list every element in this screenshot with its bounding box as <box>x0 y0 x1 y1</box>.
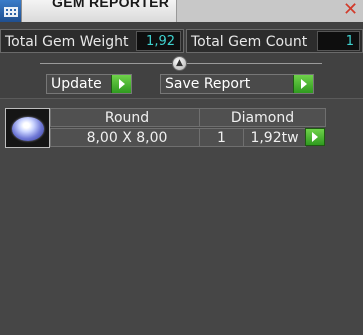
gem-count-cell: 1 <box>199 128 244 147</box>
gem-shape-cell: Round <box>50 108 204 127</box>
collapse-knob-icon[interactable]: ▲ <box>172 56 187 71</box>
title-tab: GEM REPORTER <box>22 0 177 22</box>
gem-material-cell: Diamond <box>199 108 326 127</box>
play-arrow-icon <box>111 75 131 93</box>
gem-size-cell: 8,00 X 8,00 <box>50 128 204 147</box>
save-report-button-label: Save Report <box>165 76 251 92</box>
play-arrow-icon <box>293 75 313 93</box>
gem-weight-cell: 1,92tw <box>243 128 306 147</box>
total-gem-count-value: 1 <box>317 31 360 51</box>
play-arrow-icon[interactable] <box>305 128 325 146</box>
close-icon[interactable]: ✕ <box>338 0 363 20</box>
update-button-label: Update <box>51 76 102 92</box>
update-button[interactable]: Update <box>46 74 132 94</box>
total-gem-weight-value: 1,92 <box>136 31 181 51</box>
round-diamond-icon[interactable] <box>5 108 50 148</box>
window-title: GEM REPORTER <box>52 0 170 10</box>
title-bar: GEM REPORTER ✕ <box>0 0 363 22</box>
save-report-button[interactable]: Save Report <box>160 74 314 94</box>
gem-reporter-icon <box>0 0 22 22</box>
totals-row: Total Gem Weight 1,92 Total Gem Count 1 <box>0 29 363 53</box>
